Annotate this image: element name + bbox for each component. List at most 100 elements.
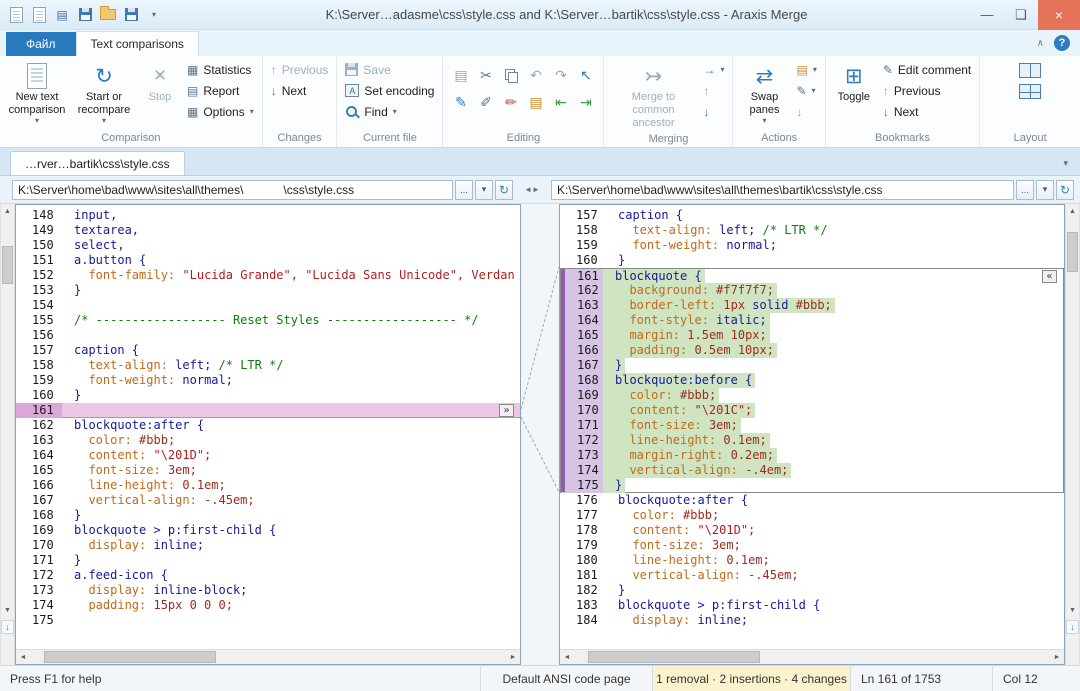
code-line[interactable]: 169blockquote > p:first-child { <box>16 523 520 538</box>
code-line[interactable]: 181 vertical-align: -.45em; <box>560 568 1064 583</box>
code-line[interactable]: 182} <box>560 583 1064 598</box>
code-line[interactable]: 168blockquote:before { <box>560 373 1064 388</box>
code-line[interactable]: 172 line-height: 0.1em; <box>560 433 1064 448</box>
next-change-button[interactable]: ↓ Next <box>268 80 332 101</box>
code-line[interactable]: 162blockquote:after { <box>16 418 520 433</box>
code-line[interactable]: 158 text-align: left; /* LTR */ <box>16 358 520 373</box>
code-line[interactable]: 174 vertical-align: -.4em; <box>560 463 1064 478</box>
code-line[interactable]: 176blockquote:after { <box>560 493 1064 508</box>
merge-right-button[interactable]: → ▾ <box>700 59 727 80</box>
new-comparison-icon[interactable] <box>30 6 48 24</box>
minimize-button[interactable]: — <box>970 0 1004 30</box>
right-hscroll-thumb[interactable] <box>588 651 759 663</box>
code-line[interactable]: 171} <box>16 553 520 568</box>
code-line[interactable]: 164 content: "\201D"; <box>16 448 520 463</box>
save-button[interactable]: Save <box>342 59 437 80</box>
code-line[interactable]: 178 content: "\201D"; <box>560 523 1064 538</box>
code-line[interactable]: 157caption { <box>16 343 520 358</box>
undo-icon[interactable]: ↶ <box>530 67 542 84</box>
new-text-comparison-button[interactable]: New text comparison ▾ <box>5 59 69 131</box>
scroll-down-icon[interactable]: ▼ <box>1066 603 1079 617</box>
filter-icon[interactable]: ▤ <box>529 94 542 111</box>
code-line[interactable]: 180 line-height: 0.1em; <box>560 553 1064 568</box>
left-reload-icon[interactable]: ↻ <box>495 180 513 200</box>
stop-button[interactable]: × Stop <box>139 59 181 131</box>
indent-icon[interactable]: ⇥ <box>580 94 592 111</box>
layout-grid-icon[interactable] <box>1019 84 1041 99</box>
edit-pen-icon[interactable]: ✎ <box>455 94 467 111</box>
document-tab[interactable]: …rver…bartik\css\style.css <box>10 151 185 175</box>
code-line[interactable]: 151a.button { <box>16 253 520 268</box>
left-browse-button[interactable]: ... <box>455 180 473 200</box>
apply-change-button[interactable]: « <box>1042 270 1057 283</box>
scroll-right-icon[interactable]: ► <box>506 650 520 665</box>
left-next-change-jump-icon[interactable]: ↓ <box>1 620 14 634</box>
code-line[interactable]: 159 font-weight: normal; <box>560 238 1064 253</box>
help-icon[interactable]: ? <box>1054 35 1070 51</box>
right-horizontal-scrollbar[interactable]: ◄ ► <box>560 649 1064 664</box>
code-line[interactable]: 164 font-style: italic; <box>560 313 1064 328</box>
code-line[interactable]: 166 padding: 0.5em 10px; <box>560 343 1064 358</box>
tab-text-comparisons[interactable]: Text comparisons <box>76 31 199 56</box>
code-line[interactable]: 163 color: #bbb; <box>16 433 520 448</box>
code-line[interactable]: 183blockquote > p:first-child { <box>560 598 1064 613</box>
right-reload-icon[interactable]: ↻ <box>1056 180 1074 200</box>
select-icon[interactable]: ↖ <box>580 67 592 84</box>
right-scrollbar-thumb[interactable] <box>1067 232 1078 272</box>
left-scrollbar-thumb[interactable] <box>2 246 13 284</box>
scroll-up-icon[interactable]: ▲ <box>1 204 14 218</box>
statistics-button[interactable]: ▦ Statistics <box>184 59 257 80</box>
outdent-icon[interactable]: ⇤ <box>555 94 567 111</box>
code-line[interactable]: 163 border-left: 1px solid #bbb; <box>560 298 1064 313</box>
edit-action-button[interactable]: ✎ ▾ <box>793 80 819 101</box>
merge-up-button[interactable]: ↑ <box>700 80 727 101</box>
swap-panes-small-button[interactable]: ◄► <box>513 185 551 194</box>
annotate-pen-icon[interactable]: ✐ <box>480 94 492 111</box>
find-button[interactable]: Find ▾ <box>342 101 437 122</box>
code-line[interactable]: 170 content: "\201C"; <box>560 403 1064 418</box>
left-code-view[interactable]: 148input,149textarea,150select,151a.butt… <box>16 205 520 649</box>
scroll-left-icon[interactable]: ◄ <box>16 650 30 665</box>
mark-pen-icon[interactable]: ✏ <box>505 94 517 111</box>
left-path-history-caret-icon[interactable]: ▾ <box>475 180 493 200</box>
right-path-input[interactable] <box>551 180 1014 200</box>
toggle-bookmark-button[interactable]: ⊞ Toggle <box>831 59 877 131</box>
save-all-icon[interactable] <box>76 6 94 24</box>
code-line[interactable]: 153} <box>16 283 520 298</box>
code-line[interactable]: 162 background: #f7f7f7; <box>560 283 1064 298</box>
code-line[interactable]: 173 display: inline-block; <box>16 583 520 598</box>
status-encoding[interactable]: Default ANSI code page <box>480 666 652 691</box>
set-encoding-button[interactable]: A Set encoding <box>342 80 437 101</box>
layout-two-panes-icon[interactable] <box>1019 63 1041 78</box>
code-line[interactable]: 172a.feed-icon { <box>16 568 520 583</box>
code-line[interactable]: 171 font-size: 3em; <box>560 418 1064 433</box>
folder-icon[interactable] <box>99 6 117 24</box>
code-line[interactable]: 165 font-size: 3em; <box>16 463 520 478</box>
scroll-right-icon[interactable]: ► <box>1050 650 1064 665</box>
left-horizontal-scrollbar[interactable]: ◄ ► <box>16 649 520 664</box>
left-hscroll-thumb[interactable] <box>44 651 215 663</box>
tab-list-caret-icon[interactable]: ▾ <box>1063 158 1068 169</box>
scroll-left-icon[interactable]: ◄ <box>560 650 574 665</box>
collapse-ribbon-icon[interactable]: ∧ <box>1037 38 1044 49</box>
previous-bookmark-button[interactable]: ↑ Previous <box>880 80 974 101</box>
copy-icon[interactable] <box>505 69 517 82</box>
right-code-view[interactable]: 157caption {158 text-align: left; /* LTR… <box>560 205 1064 649</box>
qat-customize-caret-icon[interactable]: ▾ <box>145 6 163 24</box>
redo-icon[interactable]: ↷ <box>555 67 567 84</box>
more-actions-button[interactable]: ↓ <box>793 101 819 122</box>
code-line[interactable]: 152 font-family: "Lucida Grande", "Lucid… <box>16 268 520 283</box>
cut-icon[interactable]: ✂ <box>480 67 492 84</box>
save-icon[interactable] <box>122 6 140 24</box>
right-path-history-caret-icon[interactable]: ▾ <box>1036 180 1054 200</box>
tab-file[interactable]: Файл <box>6 32 76 56</box>
code-line[interactable]: 175 <box>16 613 520 628</box>
code-line[interactable]: 168} <box>16 508 520 523</box>
previous-change-button[interactable]: ↑ Previous <box>268 59 332 80</box>
maximize-button[interactable]: ❑ <box>1004 0 1038 30</box>
code-line[interactable]: 174 padding: 15px 0 0 0; <box>16 598 520 613</box>
code-line[interactable]: 170 display: inline; <box>16 538 520 553</box>
code-line[interactable]: 160} <box>16 388 520 403</box>
right-vertical-scrollbar[interactable]: ▲ ▼ ↓ <box>1065 204 1080 665</box>
paste-icon[interactable]: ▤ <box>454 67 467 84</box>
